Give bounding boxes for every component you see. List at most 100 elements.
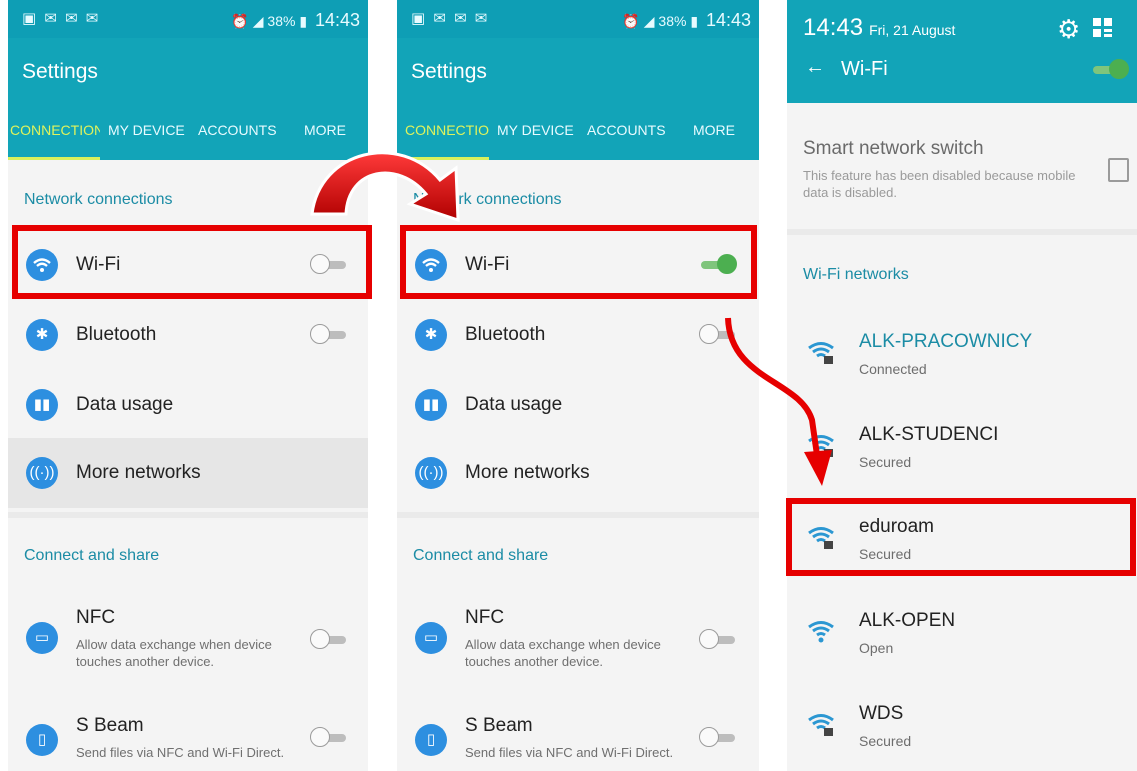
tab-more[interactable]: MORE (304, 122, 346, 138)
sbeam-icon: ▯ (415, 724, 447, 756)
app-bar: Settings CONNECTIONS MY DEVICE ACCOUNTS … (8, 38, 368, 160)
section-connect-share: Connect and share (413, 547, 549, 564)
clock: 14:43 (314, 10, 360, 30)
data-usage-row[interactable]: ▮▮ Data usage (8, 372, 368, 438)
smart-switch-title: Smart network switch (803, 138, 984, 159)
more-networks-label: More networks (465, 462, 590, 483)
bluetooth-row[interactable]: ✱ Bluetooth (397, 302, 759, 368)
wifi-toggle[interactable] (699, 253, 737, 277)
wifi-master-toggle[interactable] (1091, 58, 1129, 82)
network-row[interactable]: WDS Secured (787, 693, 1137, 771)
wifi-icon (415, 249, 447, 281)
battery-percent: 38% (267, 13, 296, 29)
settings-panel-wifi-off: ▣ ✉ ✉ ✉ ⏰ ◢ 38% ▮ 14:43 Settings CONNECT… (8, 0, 368, 771)
section-connect-share: Connect and share (24, 547, 160, 564)
sbeam-row[interactable]: ▯ S Beam Send files via NFC and Wi-Fi Di… (8, 712, 368, 771)
more-networks-icon: ((·)) (415, 457, 447, 489)
nfc-row[interactable]: ▭ NFC Allow data exchange when device to… (397, 604, 759, 684)
bluetooth-toggle[interactable] (699, 323, 737, 347)
wifi-header: 14:43 Fri, 21 August ⚙ ← Wi-Fi (787, 0, 1137, 103)
bluetooth-label: Bluetooth (76, 324, 157, 345)
status-bar: ▣ ✉ ✉ ✉ ⏰ ◢ 38% ▮ 14:43 (397, 0, 759, 38)
clock: 14:43 (803, 14, 864, 41)
notification-icons: ▣ ✉ ✉ ✉ (411, 10, 490, 27)
header-clock: 14:43 Fri, 21 August (803, 14, 955, 42)
data-usage-icon: ▮▮ (26, 389, 58, 421)
notification-icons: ▣ ✉ ✉ ✉ (22, 10, 101, 27)
app-bar: Settings CONNECTIONS MY DEVICE ACCOUNTS … (397, 38, 759, 160)
network-name: ALK-STUDENCI (859, 424, 999, 445)
network-name: eduroam (859, 516, 934, 537)
network-status: Secured (859, 733, 912, 749)
nfc-toggle[interactable] (310, 628, 348, 652)
data-usage-row[interactable]: ▮▮ Data usage (397, 372, 759, 438)
tab-indicator (397, 157, 489, 160)
sbeam-toggle[interactable] (310, 726, 348, 750)
tab-my-device[interactable]: MY DEVICE (108, 122, 185, 138)
wifi-icon (26, 249, 58, 281)
network-row[interactable]: ALK-STUDENCI Secured (787, 414, 1137, 504)
sbeam-description: Send files via NFC and Wi-Fi Direct. (465, 745, 674, 760)
tab-more[interactable]: MORE (693, 122, 735, 138)
sbeam-label: S Beam (465, 715, 533, 736)
settings-panel-wifi-on: ▣ ✉ ✉ ✉ ⏰ ◢ 38% ▮ 14:43 Settings CONNECT… (397, 0, 759, 771)
signal-icon: ◢ (643, 13, 655, 29)
more-networks-icon: ((·)) (26, 457, 58, 489)
sbeam-toggle[interactable] (699, 726, 737, 750)
header-date: Fri, 21 August (869, 22, 956, 38)
bluetooth-toggle[interactable] (310, 323, 348, 347)
section-network-connections: Network connections (24, 191, 173, 208)
status-bar: ▣ ✉ ✉ ✉ ⏰ ◢ 38% ▮ 14:43 (8, 0, 368, 38)
quick-panel-icon[interactable] (1093, 18, 1113, 38)
more-networks-row[interactable]: ((·)) More networks (8, 438, 368, 508)
tab-bar: CONNECTIONS MY DEVICE ACCOUNTS MORE (8, 122, 368, 160)
network-status: Open (859, 640, 894, 656)
smart-switch-checkbox[interactable] (1108, 158, 1129, 182)
sbeam-label: S Beam (76, 715, 144, 736)
nfc-label: NFC (465, 607, 505, 628)
divider (8, 512, 368, 518)
tab-accounts[interactable]: ACCOUNTS (587, 122, 666, 138)
network-status: Secured (859, 454, 912, 470)
status-indicators: ⏰ ◢ 38% ▮ 14:43 (622, 10, 751, 31)
wifi-lock-icon (808, 714, 834, 736)
data-usage-label: Data usage (465, 394, 563, 415)
alarm-icon: ⏰ (622, 13, 640, 29)
page-title: Settings (411, 60, 487, 83)
gear-icon[interactable]: ⚙ (1057, 14, 1080, 45)
wifi-row[interactable]: Wi-Fi (8, 232, 368, 298)
wifi-networks-panel: 14:43 Fri, 21 August ⚙ ← Wi-Fi Smart netw… (787, 0, 1137, 771)
wifi-label: Wi-Fi (465, 254, 510, 275)
sbeam-row[interactable]: ▯ S Beam Send files via NFC and Wi-Fi Di… (397, 712, 759, 771)
bluetooth-row[interactable]: ✱ Bluetooth (8, 302, 368, 368)
nfc-label: NFC (76, 607, 116, 628)
battery-icon: ▮ (299, 13, 308, 29)
bluetooth-icon: ✱ (26, 319, 58, 351)
tab-my-device[interactable]: MY DEVICE (497, 122, 574, 138)
network-row[interactable]: ALK-OPEN Open (787, 600, 1137, 690)
divider (787, 229, 1137, 235)
page-title: Settings (22, 60, 98, 83)
tab-connections[interactable]: CONNECTIONS (10, 122, 100, 138)
data-usage-icon: ▮▮ (415, 389, 447, 421)
signal-icon: ◢ (252, 13, 264, 29)
tab-connections[interactable]: CONNECTIONS (405, 122, 489, 138)
network-row[interactable]: ALK-PRACOWNICY Connected (787, 321, 1137, 411)
tab-accounts[interactable]: ACCOUNTS (198, 122, 277, 138)
back-arrow-icon[interactable]: ← (805, 56, 825, 79)
nfc-row[interactable]: ▭ NFC Allow data exchange when device to… (8, 604, 368, 684)
network-row[interactable]: eduroam Secured (787, 506, 1137, 596)
wifi-row[interactable]: Wi-Fi (397, 232, 759, 298)
page-title: Wi-Fi (841, 58, 888, 80)
nfc-toggle[interactable] (699, 628, 737, 652)
sbeam-description: Send files via NFC and Wi-Fi Direct. (76, 745, 285, 760)
wifi-toggle[interactable] (310, 253, 348, 277)
alarm-icon: ⏰ (231, 13, 249, 29)
status-indicators: ⏰ ◢ 38% ▮ 14:43 (231, 10, 360, 31)
wifi-lock-icon (808, 527, 834, 549)
data-usage-label: Data usage (76, 394, 174, 415)
more-networks-row[interactable]: ((·)) More networks (397, 438, 759, 508)
nfc-icon: ▭ (415, 622, 447, 654)
wifi-lock-icon (808, 342, 834, 364)
bluetooth-icon: ✱ (415, 319, 447, 351)
